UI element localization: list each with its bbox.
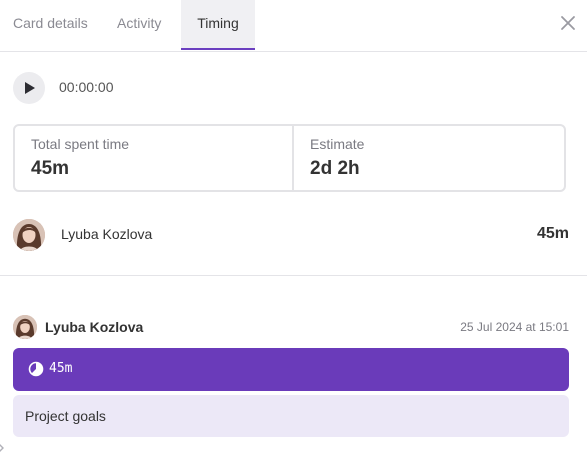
timer-value: 00:00:00 xyxy=(59,79,114,95)
total-spent-label: Total spent time xyxy=(31,136,130,152)
total-spent-stat: Total spent time 45m xyxy=(15,126,294,190)
chevron-right-icon[interactable] xyxy=(0,441,5,453)
time-entry-note-text: Project goals xyxy=(25,408,106,424)
time-entry-bar[interactable]: 45m xyxy=(13,348,569,391)
estimate-value: 2d 2h xyxy=(310,158,360,179)
tab-bar: Card details Activity Timing xyxy=(0,0,587,52)
tab-activity[interactable]: Activity xyxy=(117,0,161,51)
total-spent-value: 45m xyxy=(31,158,70,179)
play-icon xyxy=(25,82,35,94)
avatar xyxy=(13,219,45,251)
tab-card-details[interactable]: Card details xyxy=(13,0,88,51)
user-time-total: 45m xyxy=(536,225,569,242)
tab-timing[interactable]: Timing xyxy=(181,0,255,50)
entry-user-name: Lyuba Kozlova xyxy=(45,319,144,335)
timing-panel: Card details Activity Timing 00:00:00 To… xyxy=(0,0,587,460)
entry-avatar xyxy=(13,315,37,339)
play-button[interactable] xyxy=(13,72,45,104)
time-stats-box: Total spent time 45m Estimate 2d 2h xyxy=(13,124,566,192)
section-divider xyxy=(0,275,587,276)
time-entry-note[interactable]: Project goals xyxy=(13,395,569,437)
close-icon[interactable] xyxy=(559,14,577,32)
estimate-label: Estimate xyxy=(310,136,365,152)
estimate-stat[interactable]: Estimate 2d 2h xyxy=(294,126,564,190)
entry-timestamp: 25 Jul 2024 at 15:01 xyxy=(460,320,569,334)
user-name: Lyuba Kozlova xyxy=(61,226,153,242)
time-entry-duration: 45m xyxy=(49,361,73,376)
timer-icon xyxy=(28,361,44,382)
